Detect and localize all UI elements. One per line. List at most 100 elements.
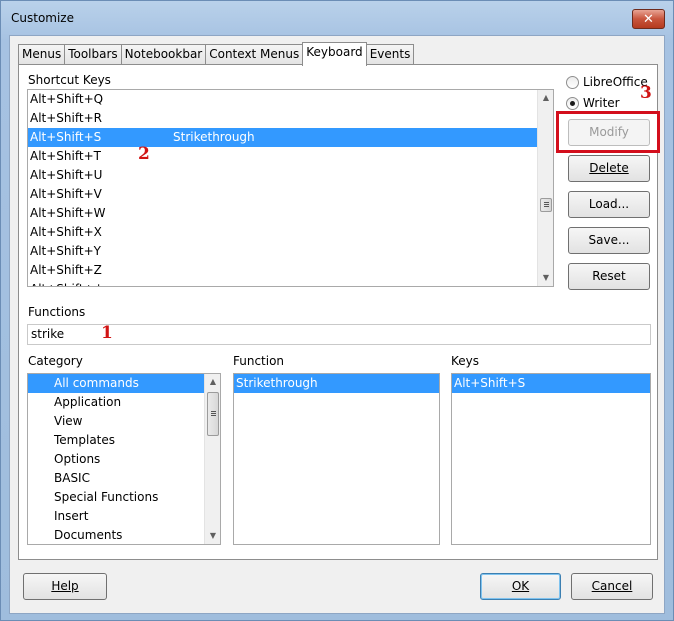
shortcut-row[interactable]: Alt+Shift+Q: [28, 90, 537, 109]
key-item[interactable]: Alt+Shift+S: [452, 374, 650, 393]
help-label: Help: [51, 579, 79, 593]
cancel-label: Cancel: [591, 579, 633, 593]
radio-libreoffice-label: LibreOffice: [583, 75, 648, 89]
list-item-label: Alt+Shift+U: [30, 168, 103, 182]
category-item[interactable]: View: [28, 412, 204, 431]
close-icon: ✕: [643, 11, 654, 27]
shortcut-keys-list[interactable]: Alt+Shift+Q Alt+Shift+R Alt+Shift+S Striket…: [27, 89, 554, 287]
shortcut-row[interactable]: Alt+Shift+S Strikethrough: [28, 128, 537, 147]
scroll-thumb[interactable]: [540, 198, 552, 212]
list-item-label: Alt+Shift+R: [30, 111, 102, 125]
cancel-button[interactable]: Cancel: [571, 573, 653, 600]
list-item-label: View: [54, 414, 83, 428]
shortcut-row[interactable]: Alt+Shift+X: [28, 223, 537, 242]
shortcut-keys-label: Shortcut Keys: [28, 73, 111, 87]
keyboard-tab-panel: Shortcut Keys Alt+Shift+Q Alt+Shift+R Alt+…: [18, 64, 660, 560]
annotation-2: 2: [138, 144, 150, 164]
list-item-label: Alt+Shift+V: [30, 187, 102, 201]
category-item[interactable]: Application: [28, 393, 204, 412]
close-button[interactable]: ✕: [632, 9, 665, 29]
keys-rows: Alt+Shift+S: [452, 374, 650, 393]
radio-button-icon: [566, 75, 579, 89]
list-item-label: Alt+Shift+T: [30, 149, 101, 163]
keys-label: Keys: [451, 354, 480, 368]
list-item-label: Strikethrough: [236, 376, 318, 390]
tab-menus[interactable]: Menus: [18, 44, 65, 65]
list-item-label: Alt+Shift+X: [30, 225, 102, 239]
functions-search-input[interactable]: strike: [27, 324, 651, 345]
category-item[interactable]: BASIC: [28, 469, 204, 488]
scroll-down-icon[interactable]: ▼: [205, 528, 220, 544]
tab-keyboard[interactable]: Keyboard: [302, 42, 367, 66]
tab-toolbars[interactable]: Toolbars: [64, 44, 121, 65]
delete-button[interactable]: Delete: [568, 155, 650, 182]
list-item-label: Alt+Shift+Y: [30, 244, 101, 258]
dialog-body: Menus Toolbars Notebookbar Context Menus…: [9, 35, 665, 614]
category-rows: All commands Application View Templates Opti…: [28, 374, 220, 544]
list-item-label: Alt+Shift+↓: [30, 282, 104, 286]
radio-writer[interactable]: Writer: [566, 96, 620, 110]
list-item-label: Options: [54, 452, 101, 466]
shortcut-keys-scrollbar[interactable]: ▲ ▼: [537, 90, 553, 286]
customize-dialog: Customize ✕ Menus Toolbars Notebookbar C…: [0, 0, 674, 621]
function-item[interactable]: Strikethrough: [234, 374, 439, 393]
load-button[interactable]: Load...: [568, 191, 650, 218]
category-item[interactable]: Options: [28, 450, 204, 469]
shortcut-row[interactable]: Alt+Shift+W: [28, 204, 537, 223]
shortcut-row[interactable]: Alt+Shift+Y: [28, 242, 537, 261]
shortcut-row[interactable]: Alt+Shift+↓: [28, 280, 537, 286]
ok-button[interactable]: OK: [480, 573, 561, 600]
category-item[interactable]: Templates: [28, 431, 204, 450]
scroll-thumb[interactable]: [207, 392, 219, 436]
tab-bar: Menus Toolbars Notebookbar Context Menus…: [18, 42, 415, 66]
scroll-down-icon[interactable]: ▼: [538, 270, 553, 286]
function-list[interactable]: Strikethrough: [233, 373, 440, 545]
list-item-label: Alt+Shift+Q: [30, 92, 104, 106]
annotation-3: 3: [640, 83, 652, 103]
list-item-label: Alt+Shift+Z: [30, 263, 102, 277]
save-button[interactable]: Save...: [568, 227, 650, 254]
shortcut-row[interactable]: Alt+Shift+Z: [28, 261, 537, 280]
tab-events[interactable]: Events: [366, 44, 415, 65]
ok-label: OK: [511, 579, 530, 593]
scroll-up-icon[interactable]: ▲: [205, 374, 220, 390]
shortcut-row[interactable]: Alt+Shift+V: [28, 185, 537, 204]
function-label: Function: [233, 354, 285, 368]
tab-context-menus[interactable]: Context Menus: [205, 44, 303, 65]
function-rows: Strikethrough: [234, 374, 439, 393]
category-list[interactable]: All commands Application View Templates Opti…: [27, 373, 221, 545]
shortcut-command: Strikethrough: [173, 130, 255, 144]
delete-label: Delete: [589, 161, 629, 175]
tab-notebookbar[interactable]: Notebookbar: [120, 44, 206, 65]
radio-writer-label: Writer: [583, 96, 620, 110]
list-item-label: Templates: [54, 433, 116, 447]
category-item[interactable]: Documents: [28, 526, 204, 544]
category-item[interactable]: All commands: [28, 374, 204, 393]
radio-button-selected-icon: [566, 96, 579, 110]
list-item-label: Documents: [54, 528, 123, 542]
radio-libreoffice[interactable]: LibreOffice: [566, 75, 648, 89]
category-item[interactable]: Special Functions: [28, 488, 204, 507]
functions-label: Functions: [28, 305, 86, 319]
list-item-label: Alt+Shift+S: [454, 376, 526, 390]
list-item-label: Insert: [54, 509, 89, 523]
title-bar[interactable]: Customize ✕: [1, 1, 673, 35]
scroll-up-icon[interactable]: ▲: [538, 90, 553, 106]
list-item-label: Alt+Shift+S: [30, 130, 102, 144]
category-scrollbar[interactable]: ▲ ▼: [204, 374, 220, 544]
reset-button[interactable]: Reset: [568, 263, 650, 290]
annotation-1: 1: [101, 323, 113, 343]
shortcut-rows: Alt+Shift+Q Alt+Shift+R Alt+Shift+S Striket…: [28, 90, 553, 286]
list-item-label: All commands: [54, 376, 139, 390]
help-button[interactable]: Help: [23, 573, 107, 600]
window-title: Customize: [11, 11, 74, 25]
shortcut-row[interactable]: Alt+Shift+U: [28, 166, 537, 185]
keys-list[interactable]: Alt+Shift+S: [451, 373, 651, 545]
list-item-label: BASIC: [54, 471, 90, 485]
shortcut-row[interactable]: Alt+Shift+T: [28, 147, 537, 166]
category-item[interactable]: Insert: [28, 507, 204, 526]
list-item-label: Application: [54, 395, 122, 409]
list-item-label: Alt+Shift+W: [30, 206, 106, 220]
shortcut-row[interactable]: Alt+Shift+R: [28, 109, 537, 128]
category-label: Category: [28, 354, 83, 368]
